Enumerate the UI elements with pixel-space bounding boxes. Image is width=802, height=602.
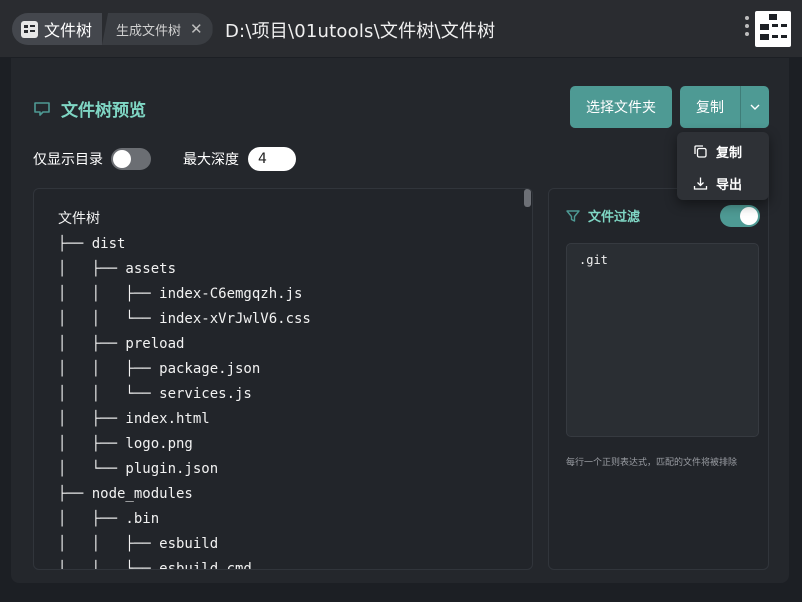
tree-line: │ │ ├── package.json (58, 361, 261, 377)
tree-line: │ └── plugin.json (58, 461, 219, 477)
copy-dropdown-menu: 复制 导出 (677, 132, 769, 200)
tree-line: ├── dist (58, 236, 126, 252)
path-title: D:\项目\01utools\文件树\文件树 (225, 21, 496, 42)
tree-line: │ │ └── esbuild.cmd (58, 561, 252, 570)
tree-scrollbar[interactable] (524, 189, 531, 207)
plugin-logo-icon[interactable] (755, 11, 791, 47)
tree-line: │ │ ├── index-C6emgqzh.js (58, 286, 303, 302)
dirs-only-label: 仅显示目录 (33, 152, 103, 168)
tree-line: │ ├── index.html (58, 411, 210, 427)
title-bar: 文件树 生成文件树 ✕ D:\项目\01utools\文件树\文件树 (0, 0, 802, 57)
chevron-down-icon (750, 104, 760, 110)
copy-button[interactable]: 复制 (680, 97, 740, 117)
page-title: 文件树预览 (61, 101, 146, 121)
tree-line: │ ├── preload (58, 336, 185, 352)
filter-heading: 文件过滤 (566, 206, 640, 225)
filter-icon (566, 209, 580, 222)
app-logo-icon (21, 20, 38, 38)
tree-line: 文件树 (58, 211, 100, 227)
filter-panel: 文件过滤 .git 每行一个正则表达式，匹配的文件将被排除 (548, 188, 769, 570)
close-icon[interactable]: ✕ (190, 20, 203, 38)
menu-item-export[interactable]: 导出 (693, 174, 742, 193)
preview-icon (34, 101, 50, 116)
tree-output: 文件树 ├── dist │ ├── assets │ │ ├── index-C6e… (58, 207, 311, 570)
tree-line: │ ├── .bin (58, 511, 160, 527)
tree-line: │ │ ├── esbuild (58, 536, 219, 552)
max-depth-input[interactable]: 4 (248, 147, 296, 171)
max-depth-label: 最大深度 (183, 152, 239, 168)
preview-heading: 文件树预览 (33, 96, 146, 121)
more-menu-icon[interactable] (744, 16, 750, 40)
download-icon (693, 177, 708, 190)
filter-toggle[interactable] (720, 205, 760, 227)
tree-line: │ │ └── services.js (58, 386, 252, 402)
dirs-only-toggle[interactable] (111, 148, 151, 170)
options-row: 仅显示目录 最大深度 4 (33, 147, 296, 171)
filter-hint: 每行一个正则表达式，匹配的文件将被排除 (566, 458, 738, 468)
tree-line: ├── node_modules (58, 486, 193, 502)
filter-title: 文件过滤 (588, 210, 641, 225)
app-tab-label: 文件树 (44, 21, 93, 40)
tree-line: │ │ └── index-xVrJwlV6.css (58, 311, 311, 327)
menu-item-copy[interactable]: 复制 (693, 142, 742, 161)
content-card: 文件树预览 选择文件夹 复制 仅显示目录 最大深度 4 文件树 ├── dist │… (11, 58, 789, 583)
tree-line: │ ├── logo.png (58, 436, 193, 452)
menu-item-export-label: 导出 (716, 178, 743, 193)
copy-icon (694, 145, 707, 158)
tree-preview-panel[interactable]: 文件树 ├── dist │ ├── assets │ │ ├── index-C6e… (33, 188, 533, 570)
copy-split-button: 复制 (680, 86, 769, 128)
tab-group: 文件树 生成文件树 ✕ (12, 13, 213, 45)
menu-item-copy-label: 复制 (716, 146, 743, 161)
choose-folder-button[interactable]: 选择文件夹 (570, 86, 672, 128)
sub-tab[interactable]: 生成文件树 ✕ (102, 13, 213, 45)
sub-tab-label: 生成文件树 (116, 23, 182, 39)
tree-line: │ ├── assets (58, 261, 177, 277)
filter-patterns-input[interactable]: .git (566, 243, 759, 437)
copy-dropdown-toggle[interactable] (741, 104, 769, 110)
app-tab[interactable]: 文件树 (12, 13, 103, 45)
